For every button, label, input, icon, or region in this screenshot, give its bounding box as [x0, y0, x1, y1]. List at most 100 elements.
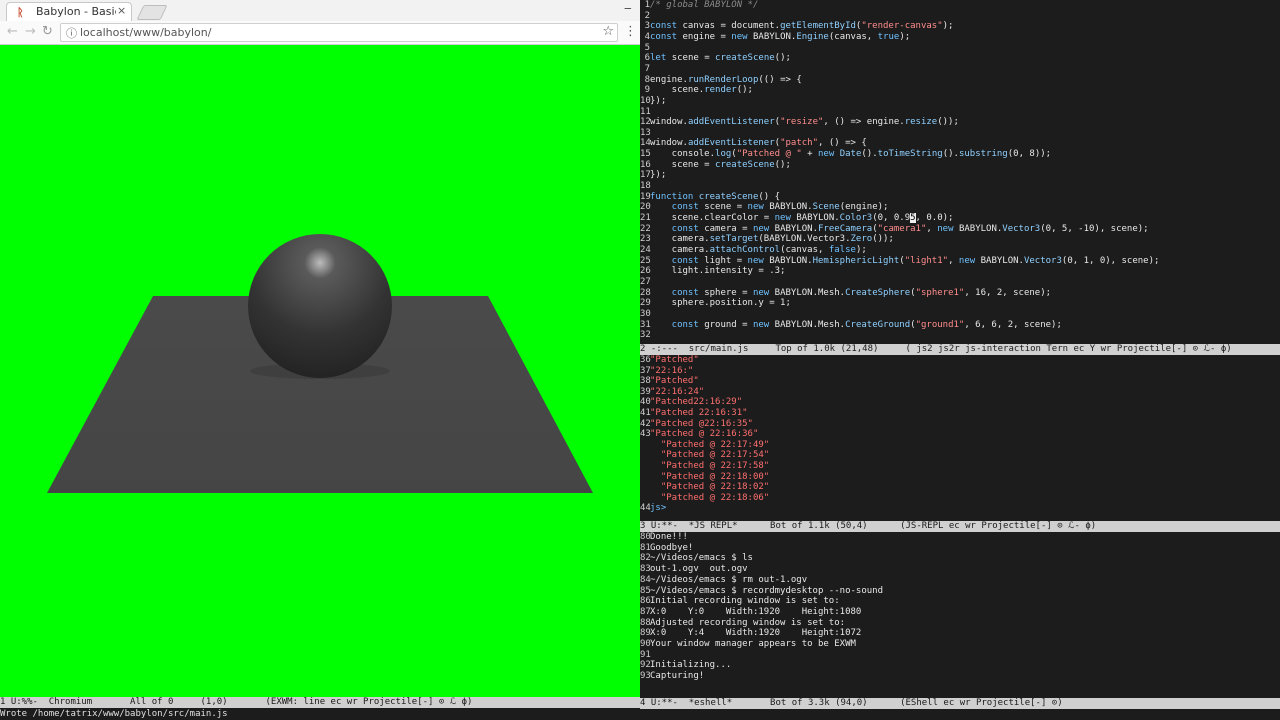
tab-close-icon[interactable]: ×: [117, 4, 126, 17]
line-number: 92: [640, 660, 651, 671]
code-token: , () => {: [818, 138, 867, 149]
new-tab-button[interactable]: [136, 5, 168, 20]
code-modeline: 2 -:--- src/main.js Top of 1.0k (21,48) …: [640, 344, 1280, 355]
code-token: createScene: [715, 159, 775, 170]
code-line[interactable]: 14window.addEventListener("patch", () =>…: [640, 138, 867, 149]
forward-arrow-icon[interactable]: →: [25, 24, 36, 39]
code-token: ();: [774, 53, 791, 64]
code-line[interactable]: 27: [640, 277, 651, 288]
shell-line: 82~/Videos/emacs $ ls: [640, 553, 753, 564]
bookmark-star-icon[interactable]: ☆: [602, 24, 614, 39]
code-token: Vector3: [1002, 223, 1041, 234]
line-number: 20: [640, 202, 651, 213]
repl-line: 42"Patched @22:16:35": [640, 419, 753, 430]
code-line[interactable]: 9 scene.render();: [640, 85, 753, 96]
line-number: 44: [640, 503, 651, 514]
line-number: 29: [640, 298, 651, 309]
repl-output: "22:16:24": [650, 386, 705, 397]
line-number: 2: [644, 10, 650, 21]
reload-icon[interactable]: ↻: [42, 24, 53, 39]
line-number: 5: [644, 42, 650, 53]
address-bar[interactable]: ⓘ localhost/www/babylon/ ☆: [60, 23, 618, 42]
line-number: 15: [640, 149, 651, 160]
code-line[interactable]: 30: [640, 309, 651, 320]
repl-line: 37"22:16:": [640, 366, 693, 377]
code-token: new: [818, 149, 840, 160]
code-line[interactable]: 23 camera.setTarget(BABYLON.Vector3.Zero…: [640, 234, 894, 245]
line-number: 87: [640, 606, 651, 617]
code-token: , 16, 2, scene);: [964, 287, 1052, 298]
code-line[interactable]: 10});: [640, 96, 666, 107]
line-number: 23: [640, 234, 651, 245]
line-number: 36: [640, 355, 651, 365]
code-line[interactable]: 17});: [640, 170, 666, 181]
code-token: ,: [926, 223, 938, 234]
minimize-icon[interactable]: ‒: [624, 1, 632, 15]
code-line[interactable]: 28 const sphere = new BABYLON.Mesh.Creat…: [640, 288, 1051, 299]
code-line[interactable]: 19function createScene() {: [640, 192, 780, 203]
line-number: 25: [640, 255, 651, 266]
code-line[interactable]: 21 scene.clearColor = new BABYLON.Color3…: [640, 213, 953, 224]
code-token: const: [650, 319, 705, 330]
code-line[interactable]: 13: [640, 128, 651, 139]
back-arrow-icon[interactable]: ←: [7, 24, 18, 39]
code-line[interactable]: 31 const ground = new BABYLON.Mesh.Creat…: [640, 320, 1062, 331]
code-token: const: [650, 223, 705, 234]
repl-line: "Patched @ 22:17:49": [640, 440, 769, 451]
code-token: (BABYLON.Vector3.: [758, 234, 851, 245]
code-token: FreeCamera: [818, 223, 873, 234]
shell-text: ~/Videos/emacs $ ls: [650, 553, 753, 564]
code-token: runRenderLoop: [687, 74, 759, 85]
browser-menu-icon[interactable]: ⋮: [624, 24, 637, 39]
shell-line: 87X:0 Y:0 Width:1920 Height:1080: [640, 607, 861, 618]
code-line[interactable]: 3const canvas = document.getElementById(…: [640, 21, 954, 32]
code-line[interactable]: 32: [640, 330, 651, 341]
repl-output: "Patched @ 22:18:00": [650, 471, 770, 482]
tab-title: Babylon - Basic sc: [36, 5, 116, 18]
browser-tab[interactable]: ᚱ Babylon - Basic sc ×: [6, 2, 132, 22]
code-line[interactable]: 15 console.log("Patched @ " + new Date()…: [640, 149, 1051, 160]
shell-line: 88Adjusted recording window is set to:: [640, 618, 845, 629]
repl-line: 38"Patched": [640, 376, 699, 387]
code-line[interactable]: 12window.addEventListener("resize", () =…: [640, 117, 959, 128]
code-line[interactable]: 6let scene = createScene();: [640, 53, 791, 64]
line-number: 21: [640, 213, 651, 223]
code-token: engine.: [650, 74, 688, 85]
code-token: "light1": [904, 255, 949, 266]
code-line[interactable]: 8engine.runRenderLoop(() => {: [640, 75, 802, 86]
code-line[interactable]: 11: [640, 107, 651, 118]
code-line[interactable]: 2: [640, 11, 650, 22]
code-line[interactable]: 4const engine = new BABYLON.Engine(canva…: [640, 31, 911, 43]
shell-text: Initial recording window is set to:: [650, 596, 840, 607]
code-line[interactable]: 25 const light = new BABYLON.Hemispheric…: [640, 256, 1159, 267]
code-token: let: [650, 53, 672, 64]
code-line[interactable]: 7: [640, 64, 650, 75]
line-number: 24: [640, 244, 651, 255]
code-token: true: [877, 31, 900, 42]
code-line[interactable]: 22 const camera = new BABYLON.FreeCamera…: [640, 224, 1149, 235]
repl-output: "Patched22:16:29": [650, 397, 743, 408]
code-line[interactable]: 16 scene = createScene();: [640, 160, 791, 171]
code-line[interactable]: 24 camera.attachControl(canvas, false);: [640, 245, 867, 256]
line-number: 9: [644, 85, 650, 96]
line-number: 18: [640, 181, 651, 192]
repl-line: 40"Patched22:16:29": [640, 397, 742, 408]
code-token: , () => engine.: [823, 117, 905, 128]
eshell-modeline: 4 U:**- *eshell* Bot of 3.3k (94,0) (ESh…: [640, 698, 1280, 709]
code-token: scene.clearColor =: [650, 213, 775, 223]
shell-text: ~/Videos/emacs $ recordmydesktop --no-so…: [650, 585, 883, 596]
sphere: [248, 234, 392, 378]
shell-line: 93Capturing!: [640, 671, 704, 682]
code-line[interactable]: 26 light.intensity = .3;: [640, 266, 785, 277]
code-token: BABYLON.Mesh.: [774, 319, 846, 330]
chromium-modeline: 1 U:%%- Chromium All of 0 (1,0) (EXWM: l…: [0, 697, 640, 708]
line-number: 10: [640, 95, 651, 106]
code-token: ().: [942, 149, 959, 160]
code-line[interactable]: 18: [640, 181, 651, 192]
page-info-icon[interactable]: ⓘ: [66, 25, 77, 41]
code-line[interactable]: 5: [640, 43, 650, 54]
code-line[interactable]: 20 const scene = new BABYLON.Scene(engin…: [640, 202, 888, 213]
render-canvas[interactable]: [0, 45, 640, 697]
code-line[interactable]: 1/* global BABYLON */: [640, 0, 759, 11]
code-line[interactable]: 29 sphere.position.y = 1;: [640, 298, 791, 309]
